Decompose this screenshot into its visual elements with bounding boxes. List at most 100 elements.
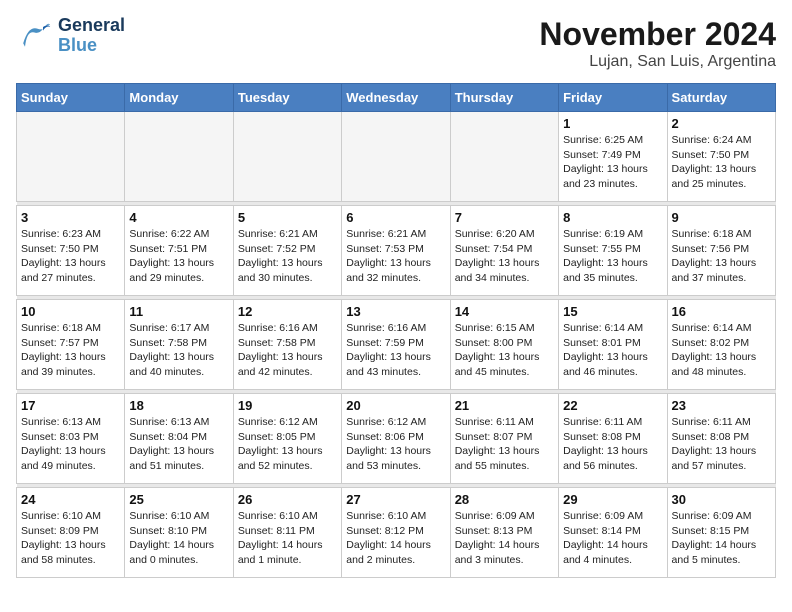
day-number: 21	[455, 398, 554, 413]
day-number: 1	[563, 116, 662, 131]
day-number: 18	[129, 398, 228, 413]
weekday-header-thursday: Thursday	[450, 84, 558, 112]
day-detail: Sunrise: 6:13 AM Sunset: 8:03 PM Dayligh…	[21, 415, 120, 474]
calendar-cell: 4 Sunrise: 6:22 AM Sunset: 7:51 PM Daylig…	[125, 206, 233, 296]
calendar-cell: 6 Sunrise: 6:21 AM Sunset: 7:53 PM Daylig…	[342, 206, 450, 296]
calendar-cell	[342, 112, 450, 202]
page-header: General Blue November 2024 Lujan, San Lu…	[16, 16, 776, 71]
calendar-cell: 3 Sunrise: 6:23 AM Sunset: 7:50 PM Daylig…	[17, 206, 125, 296]
day-number: 25	[129, 492, 228, 507]
day-detail: Sunrise: 6:09 AM Sunset: 8:13 PM Dayligh…	[455, 509, 554, 568]
day-detail: Sunrise: 6:21 AM Sunset: 7:52 PM Dayligh…	[238, 227, 337, 286]
calendar-week-1: 1 Sunrise: 6:25 AM Sunset: 7:49 PM Daylig…	[17, 112, 776, 202]
day-detail: Sunrise: 6:21 AM Sunset: 7:53 PM Dayligh…	[346, 227, 445, 286]
day-number: 17	[21, 398, 120, 413]
day-number: 14	[455, 304, 554, 319]
calendar-cell: 13 Sunrise: 6:16 AM Sunset: 7:59 PM Dayli…	[342, 300, 450, 390]
day-detail: Sunrise: 6:18 AM Sunset: 7:57 PM Dayligh…	[21, 321, 120, 380]
day-detail: Sunrise: 6:11 AM Sunset: 8:07 PM Dayligh…	[455, 415, 554, 474]
weekday-header-wednesday: Wednesday	[342, 84, 450, 112]
day-detail: Sunrise: 6:23 AM Sunset: 7:50 PM Dayligh…	[21, 227, 120, 286]
calendar-cell: 14 Sunrise: 6:15 AM Sunset: 8:00 PM Dayli…	[450, 300, 558, 390]
calendar-cell: 1 Sunrise: 6:25 AM Sunset: 7:49 PM Daylig…	[559, 112, 667, 202]
day-number: 24	[21, 492, 120, 507]
title-block: November 2024 Lujan, San Luis, Argentina	[539, 16, 776, 71]
calendar-cell	[233, 112, 341, 202]
day-number: 13	[346, 304, 445, 319]
day-number: 11	[129, 304, 228, 319]
day-detail: Sunrise: 6:19 AM Sunset: 7:55 PM Dayligh…	[563, 227, 662, 286]
weekday-header-row: SundayMondayTuesdayWednesdayThursdayFrid…	[17, 84, 776, 112]
day-number: 29	[563, 492, 662, 507]
day-detail: Sunrise: 6:20 AM Sunset: 7:54 PM Dayligh…	[455, 227, 554, 286]
day-detail: Sunrise: 6:10 AM Sunset: 8:12 PM Dayligh…	[346, 509, 445, 568]
day-number: 4	[129, 210, 228, 225]
calendar-cell: 28 Sunrise: 6:09 AM Sunset: 8:13 PM Dayli…	[450, 488, 558, 578]
calendar-week-2: 3 Sunrise: 6:23 AM Sunset: 7:50 PM Daylig…	[17, 206, 776, 296]
day-detail: Sunrise: 6:09 AM Sunset: 8:14 PM Dayligh…	[563, 509, 662, 568]
day-detail: Sunrise: 6:15 AM Sunset: 8:00 PM Dayligh…	[455, 321, 554, 380]
calendar-cell: 8Sunrise: 6:19 AM Sunset: 7:55 PM Daylig…	[559, 206, 667, 296]
day-number: 27	[346, 492, 445, 507]
calendar-cell: 23Sunrise: 6:11 AM Sunset: 8:08 PM Dayli…	[667, 394, 775, 484]
weekday-header-monday: Monday	[125, 84, 233, 112]
calendar-cell: 20Sunrise: 6:12 AM Sunset: 8:06 PM Dayli…	[342, 394, 450, 484]
day-number: 6	[346, 210, 445, 225]
day-number: 28	[455, 492, 554, 507]
day-number: 12	[238, 304, 337, 319]
day-detail: Sunrise: 6:16 AM Sunset: 7:58 PM Dayligh…	[238, 321, 337, 380]
day-number: 26	[238, 492, 337, 507]
day-detail: Sunrise: 6:11 AM Sunset: 8:08 PM Dayligh…	[672, 415, 771, 474]
calendar-table: SundayMondayTuesdayWednesdayThursdayFrid…	[16, 83, 776, 578]
calendar-week-4: 17 Sunrise: 6:13 AM Sunset: 8:03 PM Dayli…	[17, 394, 776, 484]
day-number: 3	[21, 210, 120, 225]
day-detail: Sunrise: 6:22 AM Sunset: 7:51 PM Dayligh…	[129, 227, 228, 286]
logo: General Blue	[16, 16, 125, 56]
calendar-cell: 24 Sunrise: 6:10 AM Sunset: 8:09 PM Dayli…	[17, 488, 125, 578]
calendar-cell: 21 Sunrise: 6:11 AM Sunset: 8:07 PM Dayli…	[450, 394, 558, 484]
day-detail: Sunrise: 6:16 AM Sunset: 7:59 PM Dayligh…	[346, 321, 445, 380]
day-number: 19	[238, 398, 337, 413]
day-detail: Sunrise: 6:17 AM Sunset: 7:58 PM Dayligh…	[129, 321, 228, 380]
calendar-subtitle: Lujan, San Luis, Argentina	[539, 53, 776, 71]
day-detail: Sunrise: 6:09 AM Sunset: 8:15 PM Dayligh…	[672, 509, 771, 568]
calendar-week-3: 10Sunrise: 6:18 AM Sunset: 7:57 PM Dayli…	[17, 300, 776, 390]
day-number: 20	[346, 398, 445, 413]
day-detail: Sunrise: 6:10 AM Sunset: 8:10 PM Dayligh…	[129, 509, 228, 568]
calendar-cell	[17, 112, 125, 202]
day-detail: Sunrise: 6:14 AM Sunset: 8:01 PM Dayligh…	[563, 321, 662, 380]
day-number: 9	[672, 210, 771, 225]
calendar-cell: 2 Sunrise: 6:24 AM Sunset: 7:50 PM Daylig…	[667, 112, 775, 202]
calendar-title: November 2024	[539, 16, 776, 53]
day-detail: Sunrise: 6:10 AM Sunset: 8:09 PM Dayligh…	[21, 509, 120, 568]
weekday-header-saturday: Saturday	[667, 84, 775, 112]
calendar-cell	[125, 112, 233, 202]
day-detail: Sunrise: 6:10 AM Sunset: 8:11 PM Dayligh…	[238, 509, 337, 568]
calendar-cell: 22 Sunrise: 6:11 AM Sunset: 8:08 PM Dayli…	[559, 394, 667, 484]
day-detail: Sunrise: 6:11 AM Sunset: 8:08 PM Dayligh…	[563, 415, 662, 474]
calendar-cell: 10Sunrise: 6:18 AM Sunset: 7:57 PM Dayli…	[17, 300, 125, 390]
calendar-cell	[450, 112, 558, 202]
day-number: 16	[672, 304, 771, 319]
day-detail: Sunrise: 6:14 AM Sunset: 8:02 PM Dayligh…	[672, 321, 771, 380]
calendar-cell: 12 Sunrise: 6:16 AM Sunset: 7:58 PM Dayli…	[233, 300, 341, 390]
day-number: 2	[672, 116, 771, 131]
day-detail: Sunrise: 6:12 AM Sunset: 8:05 PM Dayligh…	[238, 415, 337, 474]
day-number: 15	[563, 304, 662, 319]
day-detail: Sunrise: 6:24 AM Sunset: 7:50 PM Dayligh…	[672, 133, 771, 192]
calendar-cell: 30Sunrise: 6:09 AM Sunset: 8:15 PM Dayli…	[667, 488, 775, 578]
calendar-cell: 16 Sunrise: 6:14 AM Sunset: 8:02 PM Dayli…	[667, 300, 775, 390]
calendar-cell: 11 Sunrise: 6:17 AM Sunset: 7:58 PM Dayli…	[125, 300, 233, 390]
calendar-cell: 18Sunrise: 6:13 AM Sunset: 8:04 PM Dayli…	[125, 394, 233, 484]
weekday-header-tuesday: Tuesday	[233, 84, 341, 112]
day-detail: Sunrise: 6:25 AM Sunset: 7:49 PM Dayligh…	[563, 133, 662, 192]
calendar-cell: 17 Sunrise: 6:13 AM Sunset: 8:03 PM Dayli…	[17, 394, 125, 484]
calendar-cell: 5Sunrise: 6:21 AM Sunset: 7:52 PM Daylig…	[233, 206, 341, 296]
calendar-week-5: 24 Sunrise: 6:10 AM Sunset: 8:09 PM Dayli…	[17, 488, 776, 578]
calendar-cell: 26 Sunrise: 6:10 AM Sunset: 8:11 PM Dayli…	[233, 488, 341, 578]
calendar-cell: 29 Sunrise: 6:09 AM Sunset: 8:14 PM Dayli…	[559, 488, 667, 578]
day-number: 22	[563, 398, 662, 413]
calendar-cell: 7Sunrise: 6:20 AM Sunset: 7:54 PM Daylig…	[450, 206, 558, 296]
day-detail: Sunrise: 6:18 AM Sunset: 7:56 PM Dayligh…	[672, 227, 771, 286]
calendar-cell: 19 Sunrise: 6:12 AM Sunset: 8:05 PM Dayli…	[233, 394, 341, 484]
